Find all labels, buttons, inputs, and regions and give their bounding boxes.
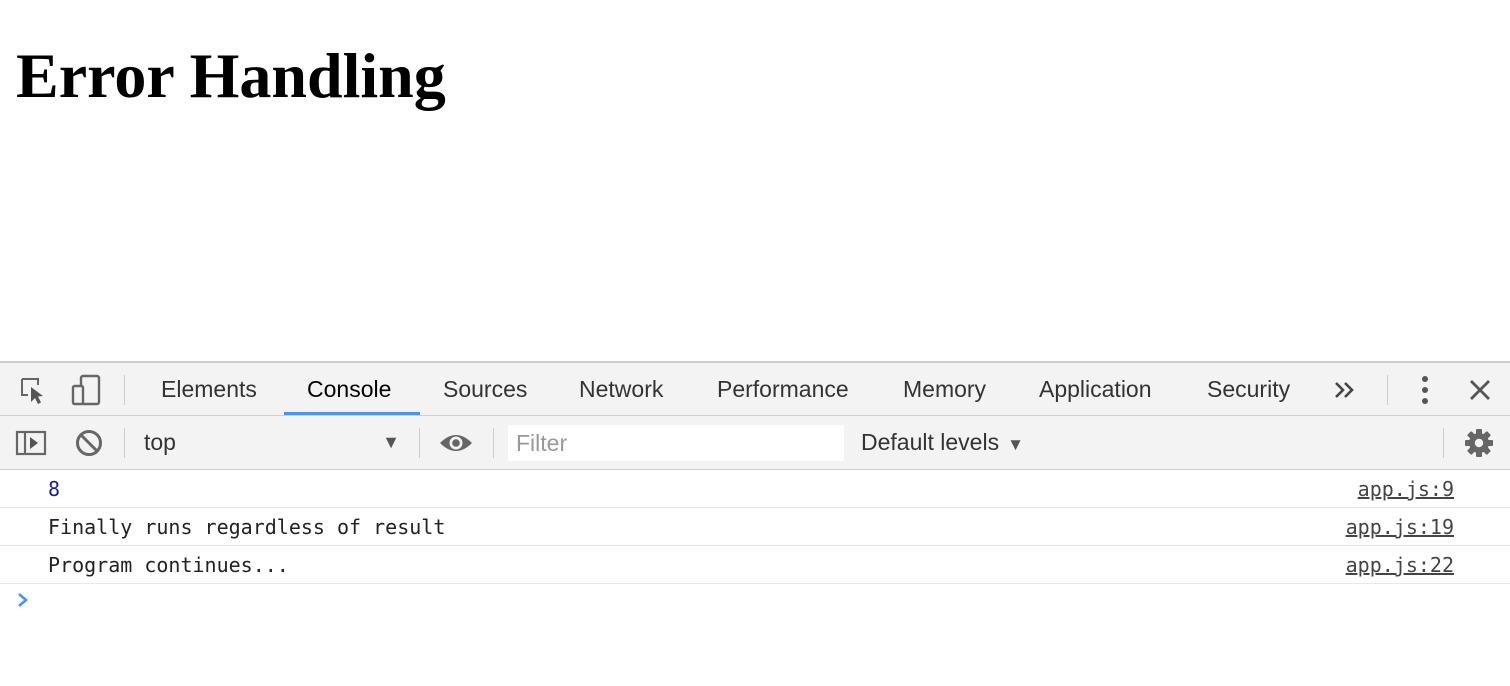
log-levels-dropdown[interactable]: Default levels ▼ [861, 416, 1024, 469]
console-messages: 8 app.js:9 Finally runs regardless of re… [0, 470, 1510, 624]
device-toolbar-icon[interactable] [68, 373, 104, 407]
sidebar-toggle-icon[interactable] [14, 426, 48, 460]
live-expression-eye-icon[interactable] [436, 426, 476, 460]
context-selector[interactable]: top ▼ [144, 416, 406, 469]
clear-console-icon[interactable] [72, 426, 106, 460]
log-levels-label: Default levels [861, 429, 1000, 455]
console-message-text: 8 [48, 477, 61, 501]
console-input[interactable] [48, 584, 1448, 624]
toolbar-divider [1387, 375, 1388, 405]
tab-console[interactable]: Console [284, 363, 420, 415]
gear-icon[interactable] [1462, 426, 1496, 460]
console-message-source-link[interactable]: app.js:9 [1358, 470, 1454, 508]
tab-network[interactable]: Network [579, 363, 663, 415]
kebab-menu-icon[interactable] [1412, 373, 1438, 407]
console-message-source-link[interactable]: app.js:19 [1346, 508, 1454, 546]
console-prompt[interactable] [0, 584, 1510, 624]
tab-application[interactable]: Application [1039, 363, 1152, 415]
console-message-text: Program continues... [48, 553, 289, 577]
toolbar-divider [493, 428, 494, 458]
tab-memory[interactable]: Memory [903, 363, 986, 415]
console-message: Program continues... app.js:22 [0, 546, 1510, 584]
more-tabs-icon[interactable] [1330, 375, 1360, 405]
console-message: Finally runs regardless of result app.js… [0, 508, 1510, 546]
tab-security[interactable]: Security [1207, 363, 1290, 415]
toolbar-divider [124, 375, 125, 405]
page-title: Error Handling [16, 40, 446, 111]
console-message-text: Finally runs regardless of result [48, 515, 446, 539]
console-message: 8 app.js:9 [0, 470, 1510, 508]
devtools-panel: Elements Console Sources Network Perform… [0, 361, 1510, 686]
inspect-element-icon[interactable] [16, 373, 50, 407]
toolbar-divider [419, 428, 420, 458]
tab-elements[interactable]: Elements [161, 363, 257, 415]
chevron-down-icon: ▼ [382, 432, 400, 452]
tab-sources[interactable]: Sources [443, 363, 527, 415]
tab-performance[interactable]: Performance [717, 363, 849, 415]
chevron-down-icon: ▼ [1007, 435, 1024, 454]
filter-input[interactable] [508, 425, 844, 461]
toolbar-divider [1443, 428, 1444, 458]
prompt-caret-icon [16, 590, 30, 615]
console-message-source-link[interactable]: app.js:22 [1346, 546, 1454, 584]
close-icon[interactable] [1464, 373, 1496, 407]
devtools-tab-bar: Elements Console Sources Network Perform… [0, 363, 1510, 416]
console-toolbar: top ▼ Default levels ▼ [0, 416, 1510, 470]
context-selector-value: top [144, 429, 176, 455]
toolbar-divider [124, 428, 125, 458]
